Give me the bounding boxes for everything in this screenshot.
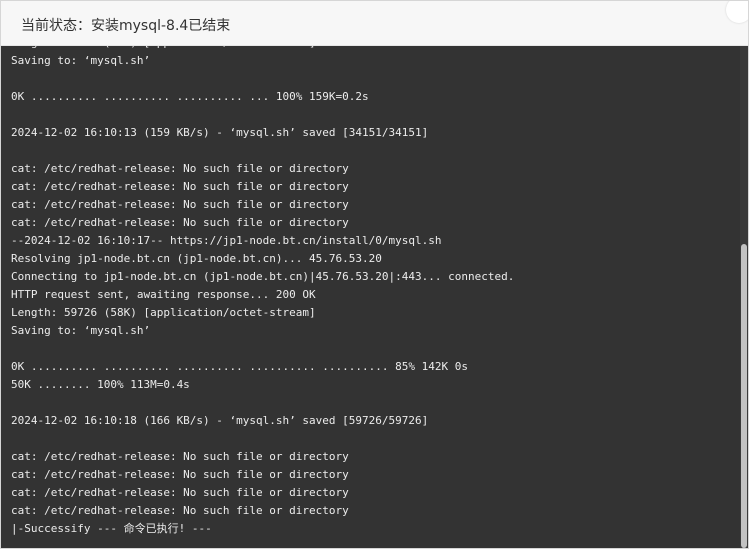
log-output: Length: 34151 (33K) [application/octet-s…	[11, 46, 734, 538]
scrollbar-thumb[interactable]	[741, 244, 747, 548]
log-line: Saving to: ‘mysql.sh’	[11, 324, 151, 337]
log-line: cat: /etc/redhat-release: No such file o…	[11, 486, 349, 499]
log-line: |-Successify --- 命令已执行! ---	[11, 522, 212, 535]
log-line: Resolving jp1-node.bt.cn (jp1-node.bt.cn…	[11, 252, 382, 265]
install-status-dialog: 当前状态：安装mysql-8.4已结束 Length: 34151 (33K) …	[0, 0, 749, 549]
log-line: 50K ........ 100% 113M=0.4s	[11, 378, 190, 391]
log-line: cat: /etc/redhat-release: No such file o…	[11, 504, 349, 517]
log-line: Saving to: ‘mysql.sh’	[11, 54, 151, 67]
log-line: Length: 59726 (58K) [application/octet-s…	[11, 306, 316, 319]
log-line: HTTP request sent, awaiting response... …	[11, 288, 316, 301]
close-button[interactable]	[726, 1, 748, 23]
log-console[interactable]: Length: 34151 (33K) [application/octet-s…	[1, 46, 748, 548]
log-line: cat: /etc/redhat-release: No such file o…	[11, 198, 349, 211]
log-line: 0K .......... .......... .......... ....…	[11, 360, 468, 373]
log-line: Connecting to jp1-node.bt.cn (jp1-node.b…	[11, 270, 515, 283]
log-line: 2024-12-02 16:10:18 (166 KB/s) - ‘mysql.…	[11, 414, 429, 427]
log-line: cat: /etc/redhat-release: No such file o…	[11, 162, 349, 175]
log-line: cat: /etc/redhat-release: No such file o…	[11, 180, 349, 193]
dialog-title: 当前状态：安装mysql-8.4已结束	[21, 18, 231, 34]
console-scrollbar[interactable]	[740, 46, 748, 548]
log-line: cat: /etc/redhat-release: No such file o…	[11, 468, 349, 481]
log-line: cat: /etc/redhat-release: No such file o…	[11, 216, 349, 229]
dialog-titlebar: 当前状态：安装mysql-8.4已结束	[1, 1, 748, 46]
log-line: 2024-12-02 16:10:13 (159 KB/s) - ‘mysql.…	[11, 126, 429, 139]
log-line: --2024-12-02 16:10:17-- https://jp1-node…	[11, 234, 442, 247]
log-line: cat: /etc/redhat-release: No such file o…	[11, 450, 349, 463]
log-line: 0K .......... .......... .......... ... …	[11, 90, 369, 103]
